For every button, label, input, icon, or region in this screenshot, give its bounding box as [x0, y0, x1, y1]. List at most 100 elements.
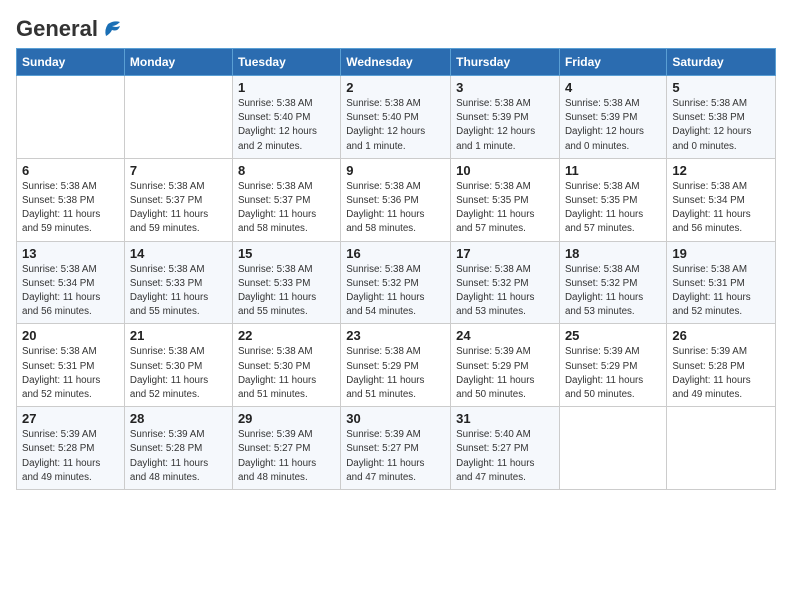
calendar-cell: 22 Sunrise: 5:38 AM Sunset: 5:30 PM Dayli… [232, 324, 340, 407]
day-detail: Sunrise: 5:38 AM Sunset: 5:39 PM Dayligh… [456, 97, 554, 154]
day-number: 12 [672, 163, 770, 178]
calendar-cell: 28 Sunrise: 5:39 AM Sunset: 5:28 PM Dayli… [124, 407, 232, 490]
day-number: 14 [130, 246, 227, 261]
col-header-thursday: Thursday [451, 49, 560, 76]
day-detail: Sunrise: 5:38 AM Sunset: 5:37 PM Dayligh… [238, 180, 335, 237]
day-number: 1 [238, 80, 335, 95]
day-detail: Sunrise: 5:39 AM Sunset: 5:27 PM Dayligh… [346, 428, 445, 485]
day-number: 9 [346, 163, 445, 178]
day-detail: Sunrise: 5:39 AM Sunset: 5:28 PM Dayligh… [130, 428, 227, 485]
calendar-table: SundayMondayTuesdayWednesdayThursdayFrid… [16, 48, 776, 490]
day-detail: Sunrise: 5:38 AM Sunset: 5:33 PM Dayligh… [238, 263, 335, 320]
day-number: 2 [346, 80, 445, 95]
day-number: 26 [672, 328, 770, 343]
day-detail: Sunrise: 5:39 AM Sunset: 5:29 PM Dayligh… [456, 345, 554, 402]
day-detail: Sunrise: 5:38 AM Sunset: 5:31 PM Dayligh… [22, 345, 119, 402]
day-number: 31 [456, 411, 554, 426]
day-number: 16 [346, 246, 445, 261]
day-detail: Sunrise: 5:38 AM Sunset: 5:37 PM Dayligh… [130, 180, 227, 237]
calendar-cell: 21 Sunrise: 5:38 AM Sunset: 5:30 PM Dayli… [124, 324, 232, 407]
day-detail: Sunrise: 5:39 AM Sunset: 5:28 PM Dayligh… [22, 428, 119, 485]
day-detail: Sunrise: 5:38 AM Sunset: 5:35 PM Dayligh… [456, 180, 554, 237]
logo-general: General [16, 16, 98, 42]
day-number: 28 [130, 411, 227, 426]
day-detail: Sunrise: 5:40 AM Sunset: 5:27 PM Dayligh… [456, 428, 554, 485]
day-number: 21 [130, 328, 227, 343]
day-number: 10 [456, 163, 554, 178]
day-detail: Sunrise: 5:38 AM Sunset: 5:29 PM Dayligh… [346, 345, 445, 402]
calendar-cell: 20 Sunrise: 5:38 AM Sunset: 5:31 PM Dayli… [17, 324, 125, 407]
calendar-cell: 15 Sunrise: 5:38 AM Sunset: 5:33 PM Dayli… [232, 241, 340, 324]
day-number: 24 [456, 328, 554, 343]
calendar-cell [124, 76, 232, 159]
day-number: 29 [238, 411, 335, 426]
day-detail: Sunrise: 5:38 AM Sunset: 5:36 PM Dayligh… [346, 180, 445, 237]
col-header-sunday: Sunday [17, 49, 125, 76]
calendar-cell: 26 Sunrise: 5:39 AM Sunset: 5:28 PM Dayli… [667, 324, 776, 407]
day-number: 8 [238, 163, 335, 178]
day-number: 19 [672, 246, 770, 261]
calendar-cell: 3Sunrise: 5:38 AM Sunset: 5:39 PM Daylig… [451, 76, 560, 159]
calendar-cell: 9 Sunrise: 5:38 AM Sunset: 5:36 PM Daylig… [341, 158, 451, 241]
day-detail: Sunrise: 5:38 AM Sunset: 5:34 PM Dayligh… [22, 263, 119, 320]
day-number: 25 [565, 328, 661, 343]
day-number: 4 [565, 80, 661, 95]
calendar-cell: 8 Sunrise: 5:38 AM Sunset: 5:37 PM Daylig… [232, 158, 340, 241]
col-header-wednesday: Wednesday [341, 49, 451, 76]
day-detail: Sunrise: 5:38 AM Sunset: 5:32 PM Dayligh… [456, 263, 554, 320]
day-detail: Sunrise: 5:38 AM Sunset: 5:30 PM Dayligh… [130, 345, 227, 402]
calendar-cell: 27 Sunrise: 5:39 AM Sunset: 5:28 PM Dayli… [17, 407, 125, 490]
day-number: 13 [22, 246, 119, 261]
day-number: 30 [346, 411, 445, 426]
calendar-cell [559, 407, 666, 490]
calendar-cell: 16 Sunrise: 5:38 AM Sunset: 5:32 PM Dayli… [341, 241, 451, 324]
day-detail: Sunrise: 5:39 AM Sunset: 5:27 PM Dayligh… [238, 428, 335, 485]
day-number: 23 [346, 328, 445, 343]
day-number: 22 [238, 328, 335, 343]
day-detail: Sunrise: 5:38 AM Sunset: 5:30 PM Dayligh… [238, 345, 335, 402]
calendar-cell: 5 Sunrise: 5:38 AM Sunset: 5:38 PM Daylig… [667, 76, 776, 159]
col-header-monday: Monday [124, 49, 232, 76]
day-detail: Sunrise: 5:38 AM Sunset: 5:38 PM Dayligh… [672, 97, 770, 154]
calendar-cell: 29 Sunrise: 5:39 AM Sunset: 5:27 PM Dayli… [232, 407, 340, 490]
day-number: 5 [672, 80, 770, 95]
day-detail: Sunrise: 5:39 AM Sunset: 5:28 PM Dayligh… [672, 345, 770, 402]
logo: General [16, 16, 122, 38]
calendar-cell: 30 Sunrise: 5:39 AM Sunset: 5:27 PM Dayli… [341, 407, 451, 490]
calendar-cell: 4 Sunrise: 5:38 AM Sunset: 5:39 PM Daylig… [559, 76, 666, 159]
col-header-friday: Friday [559, 49, 666, 76]
day-detail: Sunrise: 5:38 AM Sunset: 5:40 PM Dayligh… [346, 97, 445, 154]
day-detail: Sunrise: 5:38 AM Sunset: 5:33 PM Dayligh… [130, 263, 227, 320]
day-detail: Sunrise: 5:38 AM Sunset: 5:34 PM Dayligh… [672, 180, 770, 237]
calendar-cell: 1 Sunrise: 5:38 AM Sunset: 5:40 PM Daylig… [232, 76, 340, 159]
day-detail: Sunrise: 5:38 AM Sunset: 5:32 PM Dayligh… [346, 263, 445, 320]
calendar-cell: 6Sunrise: 5:38 AM Sunset: 5:38 PM Daylig… [17, 158, 125, 241]
calendar-cell [667, 407, 776, 490]
calendar-cell: 10 Sunrise: 5:38 AM Sunset: 5:35 PM Dayli… [451, 158, 560, 241]
col-header-saturday: Saturday [667, 49, 776, 76]
calendar-cell: 12 Sunrise: 5:38 AM Sunset: 5:34 PM Dayli… [667, 158, 776, 241]
calendar-cell [17, 76, 125, 159]
day-number: 18 [565, 246, 661, 261]
day-number: 11 [565, 163, 661, 178]
page-header: General [16, 16, 776, 38]
col-header-tuesday: Tuesday [232, 49, 340, 76]
day-number: 20 [22, 328, 119, 343]
calendar-cell: 11Sunrise: 5:38 AM Sunset: 5:35 PM Dayli… [559, 158, 666, 241]
calendar-cell: 31 Sunrise: 5:40 AM Sunset: 5:27 PM Dayli… [451, 407, 560, 490]
day-detail: Sunrise: 5:39 AM Sunset: 5:29 PM Dayligh… [565, 345, 661, 402]
day-detail: Sunrise: 5:38 AM Sunset: 5:39 PM Dayligh… [565, 97, 661, 154]
calendar-cell: 23 Sunrise: 5:38 AM Sunset: 5:29 PM Dayli… [341, 324, 451, 407]
calendar-cell: 19 Sunrise: 5:38 AM Sunset: 5:31 PM Dayli… [667, 241, 776, 324]
day-number: 7 [130, 163, 227, 178]
day-number: 27 [22, 411, 119, 426]
calendar-cell: 25 Sunrise: 5:39 AM Sunset: 5:29 PM Dayli… [559, 324, 666, 407]
day-detail: Sunrise: 5:38 AM Sunset: 5:31 PM Dayligh… [672, 263, 770, 320]
calendar-cell: 24 Sunrise: 5:39 AM Sunset: 5:29 PM Dayli… [451, 324, 560, 407]
day-detail: Sunrise: 5:38 AM Sunset: 5:40 PM Dayligh… [238, 97, 335, 154]
day-number: 15 [238, 246, 335, 261]
calendar-cell: 14 Sunrise: 5:38 AM Sunset: 5:33 PM Dayli… [124, 241, 232, 324]
calendar-cell: 13 Sunrise: 5:38 AM Sunset: 5:34 PM Dayli… [17, 241, 125, 324]
day-number: 17 [456, 246, 554, 261]
calendar-cell: 18Sunrise: 5:38 AM Sunset: 5:32 PM Dayli… [559, 241, 666, 324]
